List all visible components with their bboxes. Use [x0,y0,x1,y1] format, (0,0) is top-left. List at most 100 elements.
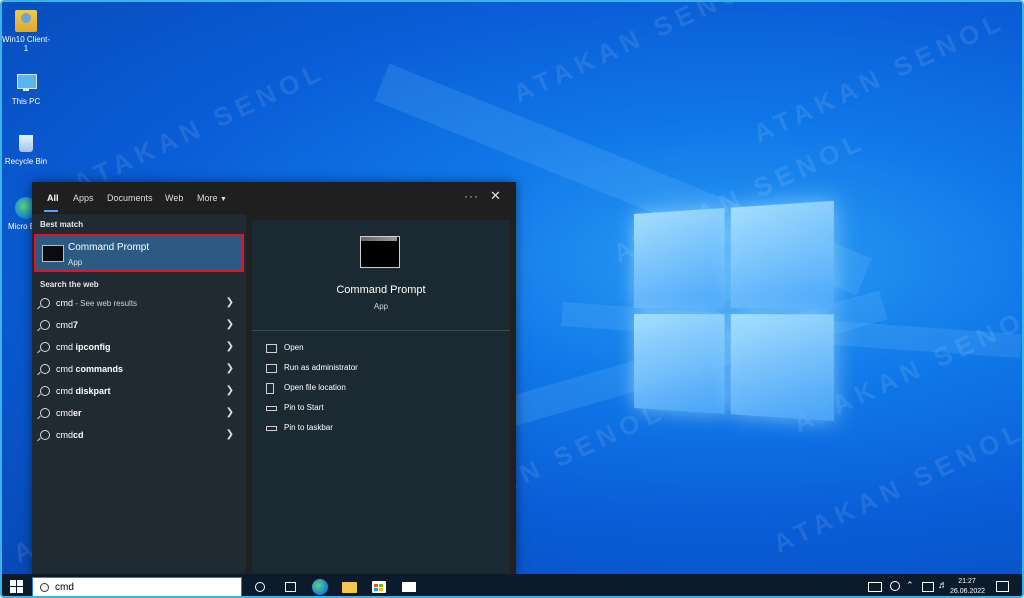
web-result-row[interactable]: cmd ipconfig ❯ [34,338,244,358]
keyboard-icon[interactable] [868,582,882,592]
action-run-as-administrator[interactable]: Run as administrator [266,362,496,378]
web-result-text: cmder [56,408,82,418]
desktop-icon-this-pc[interactable]: This PC [2,72,50,106]
web-result-text: cmd commands [56,364,123,374]
start-logo-pane [17,587,23,593]
windows-logo [634,201,834,423]
web-result-row[interactable]: cmdcd ❯ [34,426,244,446]
action-label: Open file location [284,383,346,392]
mail-icon[interactable] [402,579,418,595]
tab-more[interactable]: More ▼ [197,193,227,203]
edge-icon[interactable] [312,579,328,595]
action-pin-to-taskbar[interactable]: Pin to taskbar [266,422,496,438]
web-result-row[interactable]: cmd - See web results ❯ [34,294,244,314]
best-match-heading: Best match [40,220,83,229]
task-view-icon[interactable] [282,579,298,595]
web-result-completion: er [73,408,82,418]
volume-icon[interactable]: ♬ [938,580,948,591]
search-tabs-bar: All Apps Documents Web More ▼ ··· ✕ [32,182,516,214]
chevron-right-icon: ❯ [226,385,234,396]
chevron-right-icon: ❯ [226,407,234,418]
notifications-icon[interactable] [996,581,1009,592]
web-result-query: cmd [56,342,76,352]
action-open-file-location[interactable]: Open file location [266,382,496,398]
search-icon [40,430,50,440]
search-icon [40,364,50,374]
web-result-query: cmd [56,364,76,374]
chevron-right-icon: ❯ [226,429,234,440]
action-label: Open [284,343,304,352]
search-flyout: All Apps Documents Web More ▼ ··· ✕ Best… [32,182,516,574]
start-logo-pane [10,580,16,586]
desktop-icon-label: Recycle Bin [2,157,50,166]
tab-more-label: More [197,193,218,203]
web-result-row[interactable]: cmder ❯ [34,404,244,424]
watermark: ATAKAN SENOL [508,2,770,110]
clock-time: 21:27 [950,577,984,587]
best-match-subtitle: App [68,258,82,267]
desktop-icon-win10-client[interactable]: Win10 Client-1 [2,10,50,53]
logo-pane [634,208,724,308]
web-result-text: cmd - See web results [56,298,137,308]
tab-apps[interactable]: Apps [73,193,94,203]
start-button[interactable] [10,580,24,594]
store-icon[interactable] [372,579,388,595]
web-result-row[interactable]: cmd diskpart ❯ [34,382,244,402]
web-result-completion: cd [73,430,84,440]
action-label: Run as administrator [284,363,358,372]
start-logo-pane [17,580,23,586]
search-icon [40,298,50,308]
preview-subtitle: App [252,302,510,311]
best-match-title: Command Prompt [68,242,149,253]
web-result-query: cmd [56,430,73,440]
action-open[interactable]: Open [266,342,496,358]
best-match-command-prompt[interactable]: Command Prompt App [34,234,244,272]
ellipsis-icon[interactable]: ··· [464,189,479,203]
tab-web[interactable]: Web [165,193,183,203]
web-result-text: cmd7 [56,320,78,330]
clock[interactable]: 21:27 26.06.2022 [950,577,984,597]
desktop: ATAKAN SENOL ATAKAN SENOL ATAKAN SENOL A… [2,2,1024,574]
web-result-completion: 7 [73,320,78,330]
chevron-right-icon: ❯ [226,297,234,308]
web-result-hint: - See web results [73,299,137,308]
desktop-icon-recycle-bin[interactable]: Recycle Bin [2,132,50,166]
action-label: Pin to Start [284,403,324,412]
search-icon [40,342,50,352]
cortana-icon[interactable] [252,579,268,595]
computer-icon [15,72,37,94]
desktop-icon-label: Win10 Client-1 [2,35,50,53]
active-tab-indicator [44,210,58,212]
action-pin-to-start[interactable]: Pin to Start [266,402,496,418]
logo-pane [634,314,724,414]
screen-frame: ATAKAN SENOL ATAKAN SENOL ATAKAN SENOL A… [0,0,1024,598]
close-icon[interactable]: ✕ [490,188,501,204]
action-label: Pin to taskbar [284,423,333,432]
watermark: ATAKAN SENOL [68,55,330,199]
network-icon[interactable] [922,582,934,592]
open-icon [266,344,277,353]
chevron-up-icon[interactable]: ⌃ [906,580,914,591]
search-icon [40,320,50,330]
logo-pane [731,314,834,421]
web-result-query: cmd [56,298,73,308]
search-icon [40,583,49,592]
file-explorer-icon[interactable] [342,579,358,595]
start-logo-pane [10,587,16,593]
command-prompt-icon [360,236,400,268]
people-icon[interactable] [890,581,900,591]
pin-icon [266,426,277,431]
web-result-text: cmdcd [56,430,84,440]
web-result-row[interactable]: cmd7 ❯ [34,316,244,336]
web-result-row[interactable]: cmd commands ❯ [34,360,244,380]
chevron-right-icon: ❯ [226,341,234,352]
search-input[interactable] [55,580,235,594]
web-result-text: cmd ipconfig [56,342,111,352]
web-result-query: cmd [56,320,73,330]
tab-documents[interactable]: Documents [107,193,153,203]
taskbar-search-box[interactable] [32,577,242,597]
pin-icon [266,406,277,411]
shield-icon [266,364,277,373]
tab-all[interactable]: All [47,193,59,203]
preview-title: Command Prompt [252,284,510,296]
